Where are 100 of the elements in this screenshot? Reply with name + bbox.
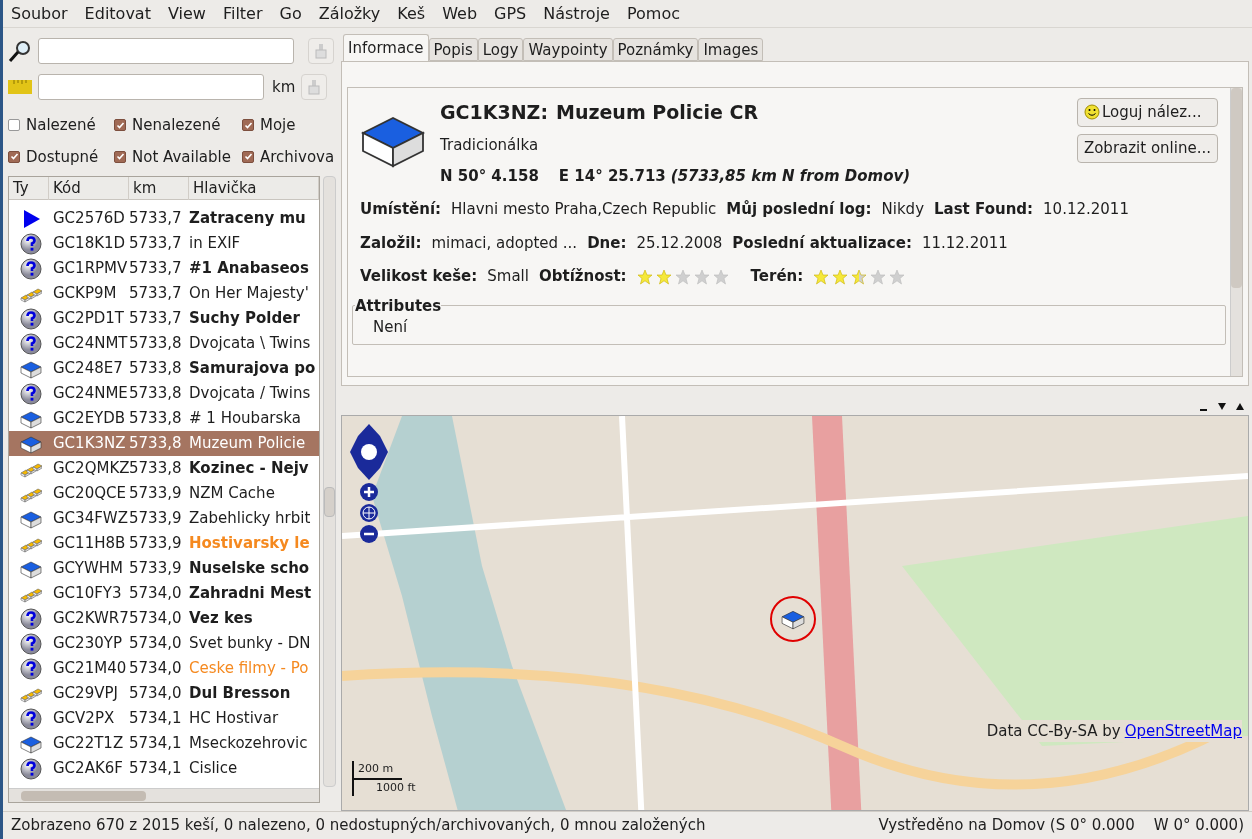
- tab[interactable]: Waypointy: [523, 38, 613, 61]
- tab[interactable]: Logy: [477, 38, 524, 61]
- action-button[interactable]: Loguj nález...: [1076, 98, 1218, 127]
- table-cell-text: NZM Cache: [189, 483, 276, 505]
- field-label: Terén:: [750, 266, 804, 288]
- table-row[interactable]: GC248E7 5733,8 Samurajova po: [9, 356, 319, 381]
- table-row[interactable]: GC2KWR75734,0 Vez kes: [9, 606, 319, 631]
- filter-label: Nalezené: [26, 115, 96, 136]
- table-row[interactable]: GCKP9M 5733,7 On Her Majesty': [9, 281, 319, 306]
- menu-item[interactable]: Go: [279, 1, 302, 26]
- question-icon: [20, 607, 42, 630]
- field-label: Umístění:: [360, 199, 442, 221]
- table-row[interactable]: GC1K3NZ 5733,8 Muzeum Policie: [9, 431, 319, 456]
- map-placeholder[interactable]: Data CC-By-SA by OpenStreetMap 200 m 1000 ft: [341, 414, 1249, 811]
- tab[interactable]: Images: [698, 38, 764, 61]
- column-header[interactable]: Hlavička: [189, 177, 319, 200]
- field-value: mimaci, adopted ...: [431, 233, 578, 254]
- table-cell-text: 5733,7: [129, 233, 183, 255]
- menu-item[interactable]: GPS: [494, 1, 527, 26]
- globe-icon[interactable]: [360, 503, 378, 522]
- table-row[interactable]: GC20QCE 5733,9 NZM Cache: [9, 481, 319, 506]
- table-cell-text: 5734,0: [129, 683, 183, 705]
- table-row[interactable]: GC24NME5733,8 Dvojcata / Twins: [9, 381, 319, 406]
- checkbox[interactable]: [8, 119, 20, 132]
- table-cell-text: GC2EYDB: [53, 408, 127, 430]
- column-header[interactable]: km: [129, 177, 189, 200]
- cache-name: Muzeum Policie CR: [556, 100, 759, 125]
- table-cell-text: GCV2PX: [53, 708, 116, 730]
- attribution-link[interactable]: OpenStreetMap: [1124, 719, 1242, 742]
- column-header[interactable]: Ty: [9, 177, 49, 200]
- star-icon: [851, 268, 868, 285]
- checkbox[interactable]: [242, 119, 254, 132]
- scale-label: 200 m: [352, 761, 402, 780]
- brush-icon: [307, 79, 322, 95]
- table-cell-text: GC34FWZ: [53, 508, 129, 530]
- table-row[interactable]: GC2AK6F 5734,1 Cislice: [9, 756, 319, 781]
- menu-item[interactable]: Editovat: [84, 1, 151, 26]
- pan-control-icon[interactable]: [350, 423, 388, 480]
- table-row[interactable]: GCV2PX 5734,1 HC Hostivar: [9, 706, 319, 731]
- table-row[interactable]: GC11H8B 5733,9 Hostivarsky le: [9, 531, 319, 556]
- star-icon: [813, 268, 830, 285]
- menu-item[interactable]: Záložky: [318, 1, 381, 26]
- checkbox[interactable]: [8, 150, 20, 163]
- table-row[interactable]: GC22T1Z 5734,1 Mseckozehrovic: [9, 731, 319, 756]
- horizontal-scrollbar[interactable]: [9, 788, 319, 802]
- table-row[interactable]: GCYWHM 5733,9 Nuselske scho: [9, 556, 319, 581]
- table-row[interactable]: GC2EYDB 5733,8 # 1 Houbarska: [9, 406, 319, 431]
- search-field[interactable]: [38, 38, 294, 64]
- menu-item[interactable]: Web: [442, 1, 478, 26]
- table-row[interactable]: GC2576D 5733,7 Zatraceny mu: [9, 206, 319, 231]
- menu-item[interactable]: Keš: [397, 1, 426, 26]
- field-label: Dne:: [587, 233, 627, 254]
- table-cell-text: Suchy Polder: [189, 308, 301, 330]
- table-row[interactable]: GC10FY3 5734,0 Zahradni Mest: [9, 581, 319, 606]
- zoom-out-icon[interactable]: [360, 524, 378, 543]
- table-row[interactable]: GC24NMT5733,8 Dvojcata \ Twins: [9, 331, 319, 356]
- table-cell-text: GC2576D: [53, 208, 126, 230]
- question-icon: [20, 632, 42, 655]
- vertical-scrollbar[interactable]: [1230, 88, 1242, 376]
- menu-item[interactable]: Pomoc: [626, 1, 680, 26]
- question-icon: [20, 757, 42, 780]
- latitude: N 50° 4.158: [440, 166, 539, 187]
- menu-item[interactable]: Nástroje: [543, 1, 610, 26]
- checkbox[interactable]: [242, 150, 254, 163]
- table-row[interactable]: GC2QMKZ5733,8 Kozinec - Nejv: [9, 456, 319, 481]
- vertical-scrollbar[interactable]: [323, 176, 336, 787]
- zoom-in-icon[interactable]: [360, 482, 378, 501]
- table-cell-text: Muzeum Policie: [189, 433, 307, 455]
- table-cell-text: Hostivarsky le: [189, 533, 311, 555]
- table-row[interactable]: GC2PD1T 5733,7 Suchy Polder: [9, 306, 319, 331]
- question-icon: [20, 707, 42, 730]
- attributes-value: Není: [373, 318, 408, 336]
- table-row[interactable]: GC34FWZ5733,9 Zabehlicky hrbit: [9, 506, 319, 531]
- table-cell-text: GC2KWR7: [53, 608, 129, 630]
- table-cell-text: in EXIF: [189, 233, 242, 255]
- column-header[interactable]: Kód: [49, 177, 129, 200]
- table-cell-text: 5733,9: [129, 483, 183, 505]
- table-row[interactable]: GC18K1D 5733,7 in EXIF: [9, 231, 319, 256]
- checkbox[interactable]: [114, 119, 126, 132]
- table-cell-text: GC24NMT: [53, 333, 129, 355]
- arrow-down-icon[interactable]: [1217, 400, 1227, 411]
- tab[interactable]: Popis: [428, 38, 478, 61]
- field-value: 10.12.2011: [1043, 199, 1129, 221]
- table-row[interactable]: GC1RPMV5733,7 #1 Anabaseos: [9, 256, 319, 281]
- menu-item[interactable]: View: [167, 1, 206, 26]
- table-row[interactable]: GC29VPJ 5734,0 Dul Bresson: [9, 681, 319, 706]
- checkbox[interactable]: [114, 150, 126, 163]
- tab[interactable]: Poznámky: [612, 38, 699, 61]
- table-cell-text: Zabehlicky hrbit: [189, 508, 312, 530]
- star-icon: [870, 268, 887, 285]
- action-button[interactable]: Zobrazit online...: [1076, 134, 1218, 163]
- menu-item[interactable]: Soubor: [11, 1, 68, 26]
- table-cell-text: 5734,1: [129, 758, 183, 780]
- table-row[interactable]: GC230YP 5734,0 Svet bunky - DN: [9, 631, 319, 656]
- table-row[interactable]: GC21M40 5734,0 Ceske filmy - Po: [9, 656, 319, 681]
- menu-item[interactable]: Filter: [222, 1, 263, 26]
- table-cell-text: 5733,8: [129, 433, 183, 455]
- brush-icon: [314, 43, 328, 59]
- tab[interactable]: Informace: [343, 34, 429, 61]
- distance-field[interactable]: [38, 74, 264, 100]
